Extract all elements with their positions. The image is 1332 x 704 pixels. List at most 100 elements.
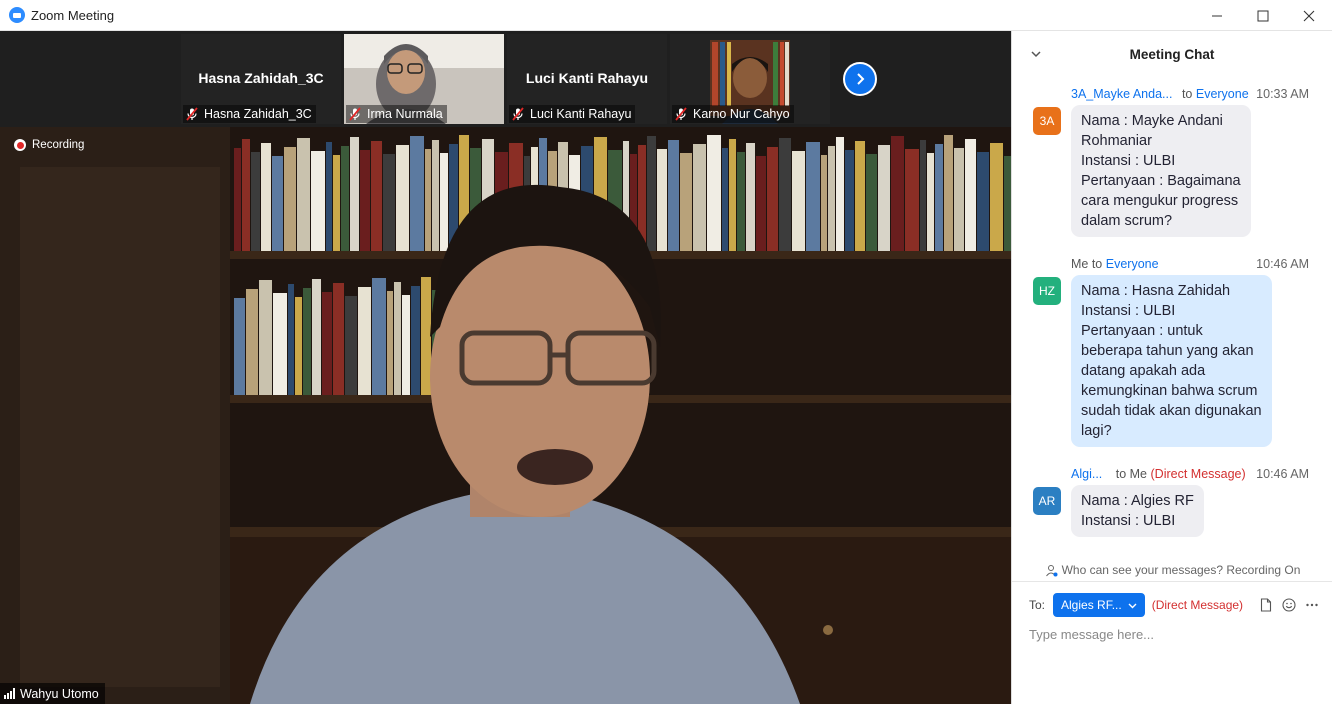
mic-muted-icon bbox=[349, 107, 361, 121]
participant-thumbnail[interactable]: Irma Nurmala bbox=[344, 34, 504, 124]
message-line: Nama : Mayke Andani bbox=[1081, 113, 1223, 129]
book-spine bbox=[295, 297, 302, 395]
participant-display-name: Hasna Zahidah_3C bbox=[198, 70, 324, 86]
message-bubble[interactable]: Nama : Mayke Andani Rohmaniar Instansi :… bbox=[1071, 105, 1251, 237]
message-target: Everyone bbox=[1105, 257, 1159, 271]
message-bubble[interactable]: Nama : Hasna Zahidah Instansi : ULBI Per… bbox=[1071, 275, 1272, 447]
book-spine bbox=[312, 279, 321, 395]
book-spine bbox=[845, 150, 854, 251]
minimize-icon bbox=[1212, 15, 1222, 16]
book-spine bbox=[767, 147, 778, 251]
book-spine bbox=[866, 154, 877, 251]
book-spine bbox=[756, 156, 766, 251]
message-line: Instansi : ULBI bbox=[1081, 153, 1176, 169]
visibility-text: Who can see your messages? Recording On bbox=[1061, 563, 1301, 577]
message-time: 10:33 AM bbox=[1256, 87, 1309, 101]
book-spine bbox=[965, 139, 976, 251]
message-input[interactable] bbox=[1029, 623, 1319, 645]
message-line: Instansi : ULBI bbox=[1081, 513, 1176, 529]
book-spine bbox=[326, 142, 332, 251]
book-spine bbox=[345, 296, 357, 395]
message-line: Nama : Hasna Zahidah bbox=[1081, 283, 1231, 299]
emoji-icon[interactable] bbox=[1282, 598, 1296, 612]
book-spine bbox=[372, 278, 386, 395]
participant-display-name: Luci Kanti Rahayu bbox=[525, 70, 649, 86]
book-spine bbox=[251, 152, 260, 251]
book-spine bbox=[425, 149, 431, 251]
book-spine bbox=[242, 139, 250, 251]
message-to-label: Me to bbox=[1071, 257, 1103, 271]
speaker-video-feed bbox=[0, 127, 1011, 704]
participant-thumbnail[interactable]: Hasna Zahidah_3C Hasna Zahidah_3C bbox=[181, 34, 341, 124]
book-spine bbox=[729, 139, 736, 251]
participant-thumbnail[interactable]: Luci Kanti Rahayu Luci Kanti Rahayu bbox=[507, 34, 667, 124]
book-spine bbox=[668, 140, 679, 251]
file-icon[interactable] bbox=[1259, 598, 1273, 612]
recipient-row: To: Algies RF... (Direct Message) bbox=[1029, 593, 1319, 617]
person-visibility-icon bbox=[1045, 564, 1058, 576]
message-time: 10:46 AM bbox=[1256, 257, 1309, 271]
book-spine bbox=[707, 135, 721, 251]
chevron-down-icon[interactable] bbox=[1030, 48, 1042, 60]
recording-indicator[interactable]: Recording bbox=[14, 139, 84, 151]
message-bubble[interactable]: Nama : Algies RF Instansi : ULBI bbox=[1071, 485, 1204, 537]
chevron-down-icon bbox=[1128, 603, 1137, 608]
maximize-button[interactable] bbox=[1240, 0, 1286, 31]
book-spine bbox=[920, 140, 926, 251]
participant-name: Karno Nur Cahyo bbox=[693, 107, 790, 121]
minimize-button[interactable] bbox=[1194, 0, 1240, 31]
message-line: cara mengukur progress bbox=[1081, 193, 1239, 209]
book-spine bbox=[828, 146, 835, 251]
chat-title: Meeting Chat bbox=[1129, 46, 1215, 62]
recipient-select[interactable]: Algies RF... bbox=[1053, 593, 1145, 617]
book-spine bbox=[421, 277, 431, 395]
book-spine bbox=[387, 291, 393, 395]
message-to-label: to Me bbox=[1115, 467, 1148, 481]
message-visibility-note[interactable]: Who can see your messages? Recording On bbox=[1012, 559, 1332, 581]
book-spine bbox=[855, 141, 865, 251]
participant-name-label: Hasna Zahidah_3C bbox=[183, 105, 316, 123]
message-sender[interactable]: 3A_Mayke Anda... bbox=[1071, 87, 1172, 101]
book-spine bbox=[1004, 156, 1011, 251]
book-spine bbox=[333, 155, 340, 251]
book-spine bbox=[680, 153, 692, 251]
recording-label: Recording bbox=[32, 139, 85, 151]
maximize-icon bbox=[1257, 10, 1269, 21]
more-options-icon[interactable] bbox=[1305, 598, 1319, 612]
book-spine bbox=[878, 145, 890, 251]
message-to-label: to bbox=[1181, 87, 1193, 101]
chat-message-list[interactable]: 3A_Mayke Anda... to Everyone 10:33 AM 3A… bbox=[1012, 77, 1332, 557]
participant-thumbnail[interactable]: Karno Nur Cahyo bbox=[670, 34, 830, 124]
message-sender[interactable]: Algi... bbox=[1071, 467, 1102, 481]
book-spine bbox=[358, 287, 371, 395]
message-meta: 3A_Mayke Anda... to Everyone 10:33 AM bbox=[1071, 87, 1309, 101]
book-spine bbox=[246, 289, 258, 395]
book-spine bbox=[396, 145, 409, 251]
message-line: beberapa tahun yang akan bbox=[1081, 343, 1254, 359]
avatar: HZ bbox=[1033, 277, 1061, 305]
book-spine bbox=[977, 152, 989, 251]
close-icon bbox=[1303, 10, 1315, 21]
chat-scrollbar[interactable] bbox=[1322, 125, 1328, 557]
message-target: Everyone bbox=[1195, 87, 1249, 101]
message-line: lagi? bbox=[1081, 423, 1112, 439]
book-spine bbox=[746, 143, 755, 251]
book-spine bbox=[722, 148, 728, 251]
book-spine bbox=[905, 149, 919, 251]
book-spine bbox=[383, 154, 395, 251]
direct-message-label: (Direct Message) bbox=[1150, 467, 1246, 481]
book-spine bbox=[891, 136, 904, 251]
compose-divider bbox=[1012, 581, 1332, 582]
book-spine bbox=[322, 292, 332, 395]
window-title: Zoom Meeting bbox=[31, 7, 115, 23]
message-time: 10:46 AM bbox=[1256, 467, 1309, 481]
close-button[interactable] bbox=[1286, 0, 1332, 31]
message-meta: Me to Everyone 10:46 AM bbox=[1071, 257, 1309, 271]
message-line: sudah tidak akan digunakan bbox=[1081, 403, 1262, 419]
to-label: To: bbox=[1029, 598, 1046, 612]
book-spine bbox=[779, 138, 791, 251]
next-page-button[interactable] bbox=[843, 62, 877, 96]
book-spine bbox=[737, 152, 745, 251]
active-speaker-video[interactable]: Recording Wahyu Utomo bbox=[0, 127, 1011, 704]
video-area: Hasna Zahidah_3C Hasna Zahidah_3C Irma N… bbox=[0, 31, 1011, 704]
